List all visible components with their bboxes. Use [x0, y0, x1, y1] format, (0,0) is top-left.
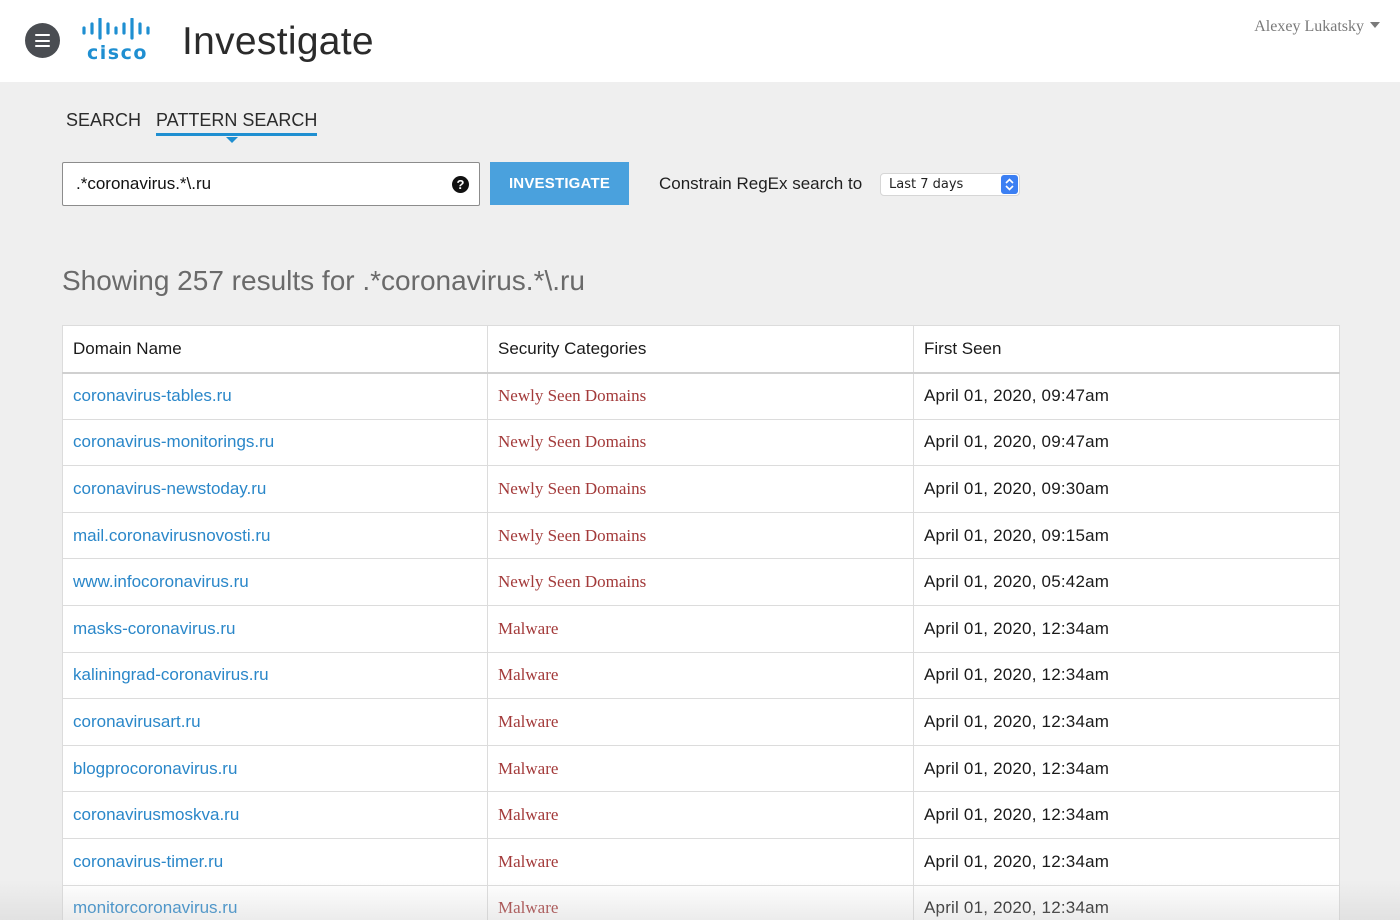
- select-arrows-icon: [1001, 175, 1018, 194]
- table-row: coronavirusmoskva.ru Malware April 01, 2…: [62, 791, 1340, 839]
- security-category: Newly Seen Domains: [498, 525, 647, 545]
- security-category: Newly Seen Domains: [498, 572, 647, 592]
- table-row: monitorcoronavirus.ru Malware April 01, …: [62, 884, 1340, 920]
- domain-link[interactable]: coronavirusmoskva.ru: [73, 805, 239, 824]
- domain-link[interactable]: coronavirus-tables.ru: [73, 386, 232, 405]
- column-header-domain[interactable]: Domain Name: [62, 325, 488, 373]
- table-row: coronavirus-timer.ru Malware April 01, 2…: [62, 837, 1340, 886]
- first-seen: April 01, 2020, 12:34am: [924, 898, 1110, 918]
- table-row: mail.coronavirusnovosti.ru Newly Seen Do…: [62, 511, 1340, 560]
- column-header-first-seen[interactable]: First Seen: [913, 325, 1340, 373]
- table-row: masks-coronavirus.ru Malware April 01, 2…: [62, 604, 1340, 653]
- security-category: Malware: [498, 851, 559, 871]
- first-seen: April 01, 2020, 05:42am: [924, 572, 1110, 592]
- table-header-row: Domain Name Security Categories First Se…: [62, 325, 1340, 373]
- security-category: Newly Seen Domains: [498, 478, 647, 498]
- tab-pattern-search[interactable]: PATTERN SEARCH: [156, 110, 318, 136]
- domain-link[interactable]: masks-coronavirus.ru: [73, 619, 236, 638]
- first-seen: April 01, 2020, 12:34am: [924, 805, 1110, 825]
- table-row: coronavirus-newstoday.ru Newly Seen Doma…: [62, 465, 1340, 513]
- domain-link[interactable]: blogprocoronavirus.ru: [73, 759, 237, 778]
- active-tab-pointer-icon: [226, 137, 238, 143]
- security-category: Malware: [498, 805, 559, 825]
- security-category: Malware: [498, 665, 559, 685]
- pattern-search-field: ?: [62, 162, 480, 206]
- first-seen: April 01, 2020, 12:34am: [924, 665, 1110, 685]
- investigate-button[interactable]: INVESTIGATE: [490, 162, 629, 205]
- domain-link[interactable]: coronavirusart.ru: [73, 712, 201, 731]
- results-heading: Showing 257 results for .*coronavirus.*\…: [62, 265, 585, 296]
- domain-link[interactable]: coronavirus-monitorings.ru: [73, 432, 274, 451]
- results-table: Domain Name Security Categories First Se…: [62, 325, 1340, 920]
- cisco-bars-icon: [82, 18, 150, 40]
- column-header-category[interactable]: Security Categories: [487, 325, 914, 373]
- pattern-search-input[interactable]: [63, 163, 433, 205]
- table-row: kaliningrad-coronavirus.ru Malware April…: [62, 651, 1340, 700]
- top-bar: cisco Investigate Alexey Lukatsky: [0, 0, 1400, 82]
- first-seen: April 01, 2020, 09:30am: [924, 478, 1110, 498]
- security-category: Malware: [498, 758, 559, 778]
- constrain-label: Constrain RegEx search to: [659, 174, 863, 193]
- table-row: coronavirus-monitorings.ru Newly Seen Do…: [62, 418, 1340, 467]
- domain-link[interactable]: monitorcoronavirus.ru: [73, 898, 237, 917]
- help-icon[interactable]: ?: [452, 176, 469, 193]
- time-range-value: Last 7 days: [889, 177, 964, 192]
- first-seen: April 01, 2020, 12:34am: [924, 711, 1110, 731]
- security-category: Malware: [498, 711, 559, 731]
- security-category: Malware: [498, 618, 559, 638]
- security-category: Newly Seen Domains: [498, 432, 647, 452]
- domain-link[interactable]: mail.coronavirusnovosti.ru: [73, 526, 270, 545]
- user-menu[interactable]: Alexey Lukatsky: [1254, 18, 1380, 36]
- domain-link[interactable]: kaliningrad-coronavirus.ru: [73, 665, 269, 684]
- caret-down-icon: [1370, 22, 1380, 29]
- domain-link[interactable]: coronavirus-newstoday.ru: [73, 479, 266, 498]
- table-row: coronavirusart.ru Malware April 01, 2020…: [62, 698, 1340, 746]
- time-range-select[interactable]: Last 7 days: [880, 173, 1020, 196]
- table-row: blogprocoronavirus.ru Malware April 01, …: [62, 744, 1340, 793]
- table-row: coronavirus-tables.ru Newly Seen Domains…: [62, 372, 1340, 420]
- first-seen: April 01, 2020, 12:34am: [924, 758, 1110, 778]
- first-seen: April 01, 2020, 12:34am: [924, 851, 1110, 871]
- user-name: Alexey Lukatsky: [1254, 18, 1364, 35]
- tab-search[interactable]: SEARCH: [66, 110, 141, 131]
- cisco-wordmark: cisco: [87, 42, 148, 64]
- security-category: Malware: [498, 898, 559, 918]
- first-seen: April 01, 2020, 09:15am: [924, 525, 1110, 545]
- domain-link[interactable]: www.infocoronavirus.ru: [73, 572, 249, 591]
- security-category: Newly Seen Domains: [498, 386, 647, 406]
- domain-link[interactable]: coronavirus-timer.ru: [73, 852, 223, 871]
- app-title: Investigate: [182, 20, 374, 63]
- first-seen: April 01, 2020, 09:47am: [924, 386, 1110, 406]
- first-seen: April 01, 2020, 12:34am: [924, 618, 1110, 638]
- hamburger-menu-icon[interactable]: [25, 23, 60, 58]
- cisco-logo: cisco: [80, 18, 160, 64]
- first-seen: April 01, 2020, 09:47am: [924, 432, 1110, 452]
- table-row: www.infocoronavirus.ru Newly Seen Domain…: [62, 558, 1340, 606]
